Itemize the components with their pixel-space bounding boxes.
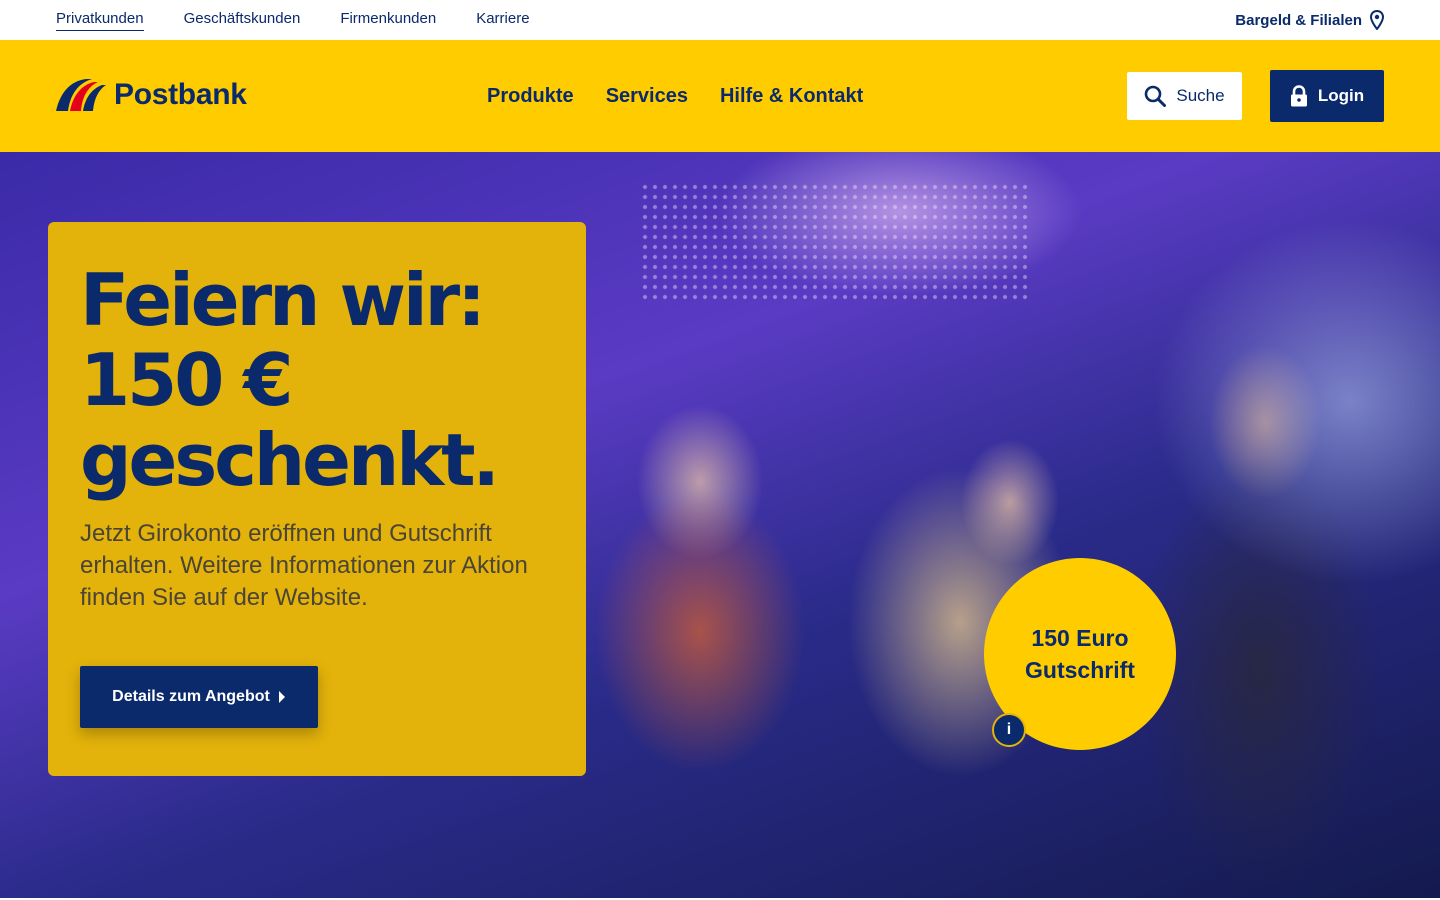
logo-wordmark: Postbank [114,78,247,111]
branches-label: Bargeld & Filialen [1235,11,1362,29]
hero-banner: Feiern wir: 150 € geschenkt. Jetzt Girok… [0,152,1440,898]
offer-details-label: Details zum Angebot [112,688,270,705]
login-label: Login [1317,86,1365,105]
main-header: Postbank Produkte Services Hilfe & Konta… [0,40,1440,152]
promo-card: Feiern wir: 150 € geschenkt. Jetzt Girok… [48,222,586,776]
badge-line-1: 150 Euro [1031,625,1129,651]
badge-line-2: Gutschrift [1025,657,1135,683]
segment-link-privatkunden[interactable]: Privatkunden [56,10,144,31]
search-icon [1145,85,1167,107]
hero-background-lights [640,182,1030,302]
search-button[interactable]: Suche [1127,72,1242,120]
promo-description: Jetzt Girokonto eröffnen und Gutschrift … [80,520,528,611]
segment-link-firmenkunden[interactable]: Firmenkunden [340,10,436,30]
nav-produkte[interactable]: Produkte [487,85,574,108]
lock-icon [1290,85,1307,107]
info-button[interactable]: i [992,713,1026,747]
segment-link-geschaeftskunden[interactable]: Geschäftskunden [184,10,301,30]
branches-link[interactable]: Bargeld & Filialen [1235,0,1384,40]
headline-line-1: Feiern wir: [80,258,486,342]
utility-bar: Privatkunden Geschäftskunden Firmenkunde… [0,0,1440,40]
nav-services[interactable]: Services [606,85,688,108]
postbank-logo-icon [56,79,106,111]
caret-right-icon [278,691,285,703]
promo-headline: Feiern wir: 150 € geschenkt. [80,260,560,500]
segment-nav: Privatkunden Geschäftskunden Firmenkunde… [56,0,530,40]
postbank-logo[interactable]: Postbank [56,77,247,113]
main-nav: Produkte Services Hilfe & Kontakt [487,40,863,152]
location-pin-icon [1370,10,1384,30]
headline-line-3: geschenkt. [80,418,500,502]
login-button[interactable]: Login [1270,70,1384,122]
segment-link-karriere[interactable]: Karriere [476,10,529,30]
headline-line-2: 150 € [80,338,293,422]
info-icon: i [1006,721,1012,738]
offer-details-button[interactable]: Details zum Angebot [80,666,318,728]
search-label: Suche [1176,86,1225,105]
nav-hilfe-kontakt[interactable]: Hilfe & Kontakt [720,85,863,108]
